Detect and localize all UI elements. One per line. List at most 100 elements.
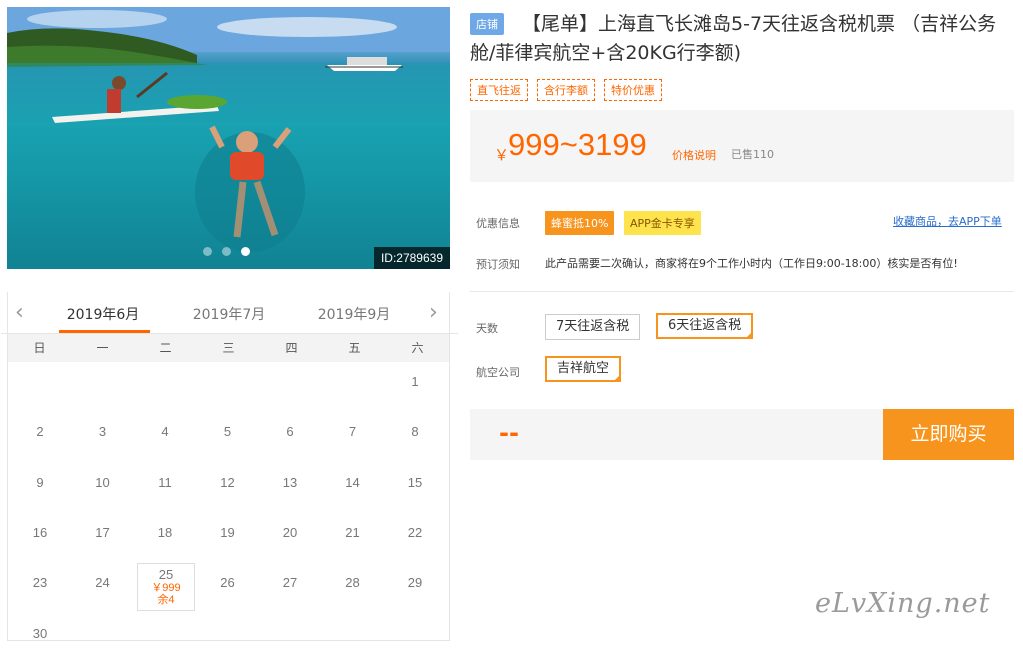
calendar-day[interactable]: 12 <box>197 463 259 513</box>
photo-id-label: ID:2789639 <box>373 247 450 269</box>
calendar-day-number: 25 <box>158 567 174 583</box>
weekday-header: 日 一 二 三 四 五 六 <box>8 334 449 362</box>
calendar-day[interactable]: 1 <box>384 362 446 412</box>
calendar-day-number: 24 <box>95 575 110 591</box>
weekday-label: 日 <box>33 341 46 355</box>
calendar-day[interactable]: 27 <box>259 563 321 613</box>
month-tab-june[interactable]: 2019年6月 <box>63 304 143 324</box>
calendar-day[interactable]: 10 <box>72 463 134 513</box>
month-tab-july[interactable]: 2019年7月 <box>189 304 269 324</box>
calendar-day-number: 17 <box>95 524 110 540</box>
calendar-day-number: 1 <box>411 374 419 389</box>
calendar-day[interactable]: 21 <box>322 513 384 563</box>
calendar-day[interactable]: 16 <box>9 513 71 563</box>
calendar-day[interactable]: 6 <box>259 412 321 462</box>
day-price: ￥999 <box>151 582 181 595</box>
calendar-day-number: 6 <box>286 424 294 440</box>
carousel-dot-active[interactable] <box>241 247 250 256</box>
carousel-dot[interactable] <box>203 247 212 256</box>
calendar-day[interactable]: 8 <box>384 412 446 462</box>
calendar-day-number: 29 <box>407 575 423 591</box>
product-photo[interactable]: ID:2789639 <box>7 7 450 269</box>
product-title: 【尾单】上海直飞长滩岛5-7天往返含税机票 （吉祥公务舱/菲律宾航空+含20KG… <box>470 13 997 64</box>
calendar-day-selected[interactable]: 25 ￥999 余4 <box>137 563 195 612</box>
calendar-day-number: 22 <box>407 524 423 540</box>
calendar-day-number: 13 <box>282 474 298 490</box>
favorite-app-link[interactable]: 收藏商品，去APP下单 <box>893 213 1002 229</box>
calendar-day[interactable]: 19 <box>197 513 259 563</box>
buy-now-button[interactable]: 立即购买 <box>883 409 1014 460</box>
airline-label: 航空公司 <box>476 366 520 379</box>
calendar-day-number: 16 <box>32 524 48 540</box>
chevron-right-icon[interactable]: › <box>429 300 438 325</box>
weekday-label: 一 <box>96 341 109 355</box>
weekday-label: 六 <box>411 341 424 355</box>
product-tags: 直飞往返 含行李额 特价优惠 <box>470 79 662 101</box>
month-tab-september[interactable]: 2019年9月 <box>314 304 394 324</box>
calendar-day[interactable]: 5 <box>197 412 259 462</box>
calendar-day-number: 15 <box>407 474 423 490</box>
calendar-day-number: 5 <box>223 424 232 440</box>
calendar-day-number: 4 <box>161 424 169 440</box>
price-explain-link[interactable]: 价格说明 <box>672 147 716 163</box>
weekday-label: 四 <box>285 341 298 355</box>
calendar-day-number: 26 <box>220 575 235 591</box>
calendar-day-number: 8 <box>411 424 419 440</box>
days-label: 天数 <box>476 322 498 335</box>
calendar-day-number: 23 <box>32 575 48 591</box>
photo-scene <box>7 7 450 269</box>
calendar-day[interactable]: 4 <box>134 412 196 462</box>
weekday-label: 二 <box>159 341 172 355</box>
weekday-label: 五 <box>348 341 361 355</box>
section-divider <box>470 291 1014 292</box>
product-tag: 直飞往返 <box>470 79 528 101</box>
calendar-day[interactable]: 7 <box>322 412 384 462</box>
calendar-day[interactable]: 24 <box>72 563 134 613</box>
calendar-day-number: 20 <box>282 524 298 540</box>
calendar-day[interactable]: 15 <box>384 463 446 513</box>
carousel-dots <box>203 247 250 256</box>
calendar-day-number: 27 <box>282 575 298 591</box>
calendar-day[interactable]: 20 <box>259 513 321 563</box>
calendar-day[interactable]: 17 <box>72 513 134 563</box>
weekday-label: 三 <box>222 341 235 355</box>
price-box: ￥ 999~3199 价格说明 已售110 <box>470 110 1014 182</box>
calendar-day[interactable]: 28 <box>322 563 384 613</box>
option-6-days-selected[interactable]: 6天往返含税 <box>656 313 754 339</box>
calendar-day[interactable]: 29 <box>384 563 446 613</box>
carousel-dot[interactable] <box>222 247 231 256</box>
discount-label: 优惠信息 <box>476 217 520 230</box>
calendar-day[interactable]: 23 <box>9 563 71 613</box>
calendar-day[interactable]: 2 <box>9 412 71 462</box>
calendar-day[interactable]: 22 <box>384 513 446 563</box>
calendar-day[interactable]: 11 <box>134 463 196 513</box>
app-gold-card-badge: APP金卡专享 <box>624 211 701 235</box>
calendar-day[interactable]: 9 <box>9 463 71 513</box>
calendar-day-number: 21 <box>345 524 360 540</box>
calendar-day-number: 12 <box>220 474 235 490</box>
option-airline-selected[interactable]: 吉祥航空 <box>545 356 622 382</box>
calendar-day-number: 18 <box>157 524 173 540</box>
option-7-days[interactable]: 7天往返含税 <box>545 314 641 340</box>
calendar-day[interactable]: 30 <box>9 614 71 664</box>
calendar-day[interactable]: 26 <box>197 563 259 613</box>
price-range: 999~3199 <box>508 127 647 162</box>
calendar-day-number: 14 <box>345 474 360 490</box>
calendar-day-number: 19 <box>220 524 235 540</box>
calendar-day[interactable]: 18 <box>134 513 196 563</box>
honey-discount-badge: 蜂蜜抵10% <box>545 211 615 235</box>
product-tag: 特价优惠 <box>604 79 662 101</box>
calendar-day[interactable]: 3 <box>72 412 134 462</box>
calendar-day-number: 2 <box>36 424 44 440</box>
chevron-left-icon[interactable]: ‹ <box>15 300 24 325</box>
calendar-day[interactable]: 14 <box>322 463 384 513</box>
calendar-day-number: 3 <box>98 424 107 440</box>
currency-symbol: ￥ <box>494 146 510 164</box>
calendar-day-number: 9 <box>36 474 44 490</box>
calendar-day-number: 11 <box>158 474 172 490</box>
watermark-logo: eLvXing.net <box>815 588 991 619</box>
day-stock: 余4 <box>157 594 175 607</box>
calendar-day[interactable]: 13 <box>259 463 321 513</box>
calendar-day-number: 28 <box>345 575 360 591</box>
calendar-day-number: 10 <box>95 474 110 490</box>
